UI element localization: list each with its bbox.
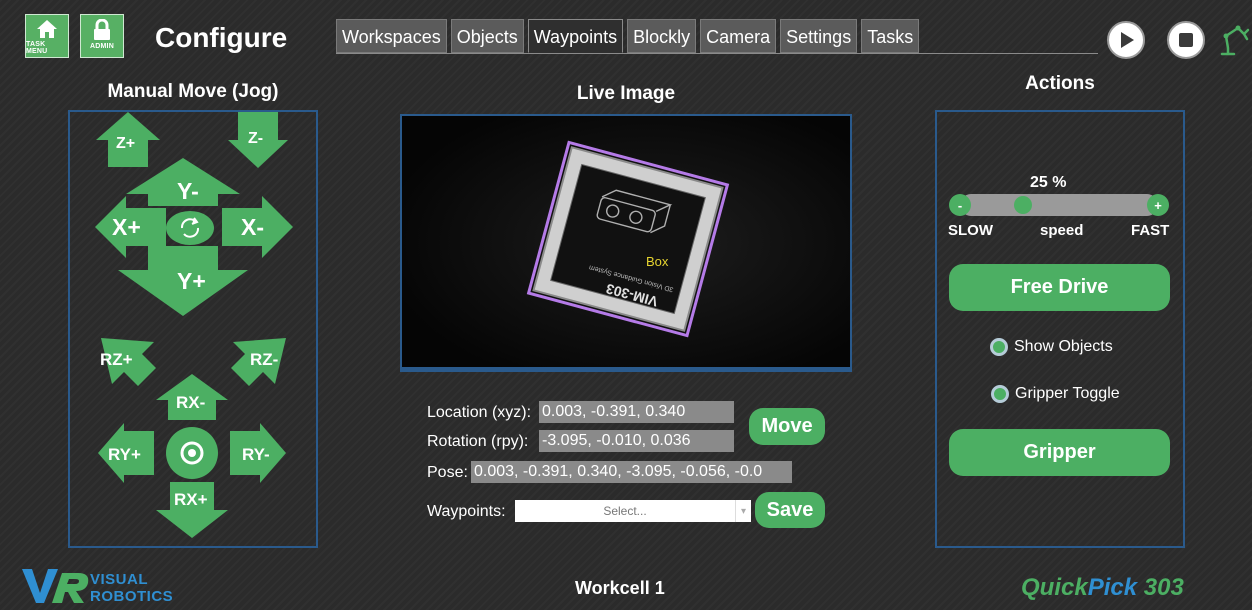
- tab-blockly[interactable]: Blockly: [627, 19, 697, 53]
- gripper-toggle-radio[interactable]: [991, 385, 1009, 403]
- show-objects-toggle[interactable]: Show Objects: [990, 338, 1113, 356]
- tab-workspaces[interactable]: Workspaces: [336, 19, 447, 53]
- tab-camera[interactable]: Camera: [700, 19, 777, 53]
- admin-button[interactable]: ADMIN: [80, 14, 124, 58]
- speed-decrease-button[interactable]: -: [949, 194, 971, 216]
- box-object-label: Box: [646, 254, 669, 269]
- speed-slider[interactable]: [960, 194, 1158, 216]
- gripper-toggle[interactable]: Gripper Toggle: [991, 385, 1120, 403]
- jog-rx-plus-arrow[interactable]: [156, 482, 228, 538]
- tab-bar: Workspaces Objects Waypoints Blockly Cam…: [336, 19, 920, 53]
- speed-percent: 25 %: [1030, 174, 1067, 191]
- pose-label: Pose:: [427, 464, 468, 481]
- jog-arrows: [95, 112, 293, 538]
- tab-waypoints[interactable]: Waypoints: [527, 19, 624, 53]
- jog-rz-minus-arrow[interactable]: [231, 338, 286, 386]
- play-icon: [1121, 32, 1134, 48]
- play-button[interactable]: [1107, 21, 1145, 59]
- live-image-view[interactable]: Box VIM-303 3D Vision Guidance System: [400, 114, 852, 372]
- rotation-label: Rotation (rpy):: [427, 433, 529, 450]
- tab-settings[interactable]: Settings: [780, 19, 858, 53]
- page-title: Configure: [155, 22, 288, 53]
- logo-text-visual: VISUAL: [90, 571, 149, 588]
- home-icon: [37, 20, 57, 38]
- logo-text-robotics: ROBOTICS: [90, 588, 174, 605]
- pose-field[interactable]: 0.003, -0.391, 0.340, -3.095, -0.056, -0…: [471, 461, 792, 483]
- camera-feed-image: Box VIM-303 3D Vision Guidance System: [402, 116, 850, 367]
- free-drive-button[interactable]: Free Drive: [949, 264, 1170, 311]
- save-button[interactable]: Save: [755, 492, 825, 528]
- jog-y-plus-arrow[interactable]: [118, 246, 248, 316]
- task-menu-button[interactable]: TASK MENU: [25, 14, 69, 58]
- brand-version: 303: [1137, 574, 1184, 601]
- lock-icon: [94, 19, 110, 40]
- waypoints-select[interactable]: Select... ▾: [515, 500, 751, 522]
- speed-slow-label: SLOW: [948, 222, 993, 239]
- show-objects-radio[interactable]: [990, 338, 1008, 356]
- jog-rz-plus-arrow[interactable]: [101, 338, 156, 386]
- workcell-label: Workcell 1: [575, 578, 665, 598]
- speed-fast-label: FAST: [1131, 222, 1170, 239]
- jog-z-plus-arrow[interactable]: [96, 112, 160, 167]
- move-button[interactable]: Move: [749, 408, 825, 445]
- visual-robotics-logo: VISUAL ROBOTICS: [22, 565, 174, 610]
- waypoints-label: Waypoints:: [427, 503, 506, 520]
- speed-label: speed: [1040, 222, 1084, 239]
- actions-title: Actions: [1025, 73, 1095, 94]
- rotation-field[interactable]: -3.095, -0.010, 0.036: [539, 430, 734, 452]
- stop-button[interactable]: [1167, 21, 1205, 59]
- tab-underline: [336, 53, 1098, 54]
- task-menu-label: TASK MENU: [26, 41, 48, 55]
- jog-rx-minus-arrow[interactable]: [156, 374, 228, 420]
- tab-tasks[interactable]: Tasks: [861, 19, 920, 53]
- chevron-down-icon: ▾: [735, 500, 751, 522]
- jog-center-reset[interactable]: [166, 211, 214, 245]
- product-brand: QuickPick 303: [1021, 574, 1184, 602]
- vr-logo-mark: [22, 569, 89, 603]
- jog-ry-minus-arrow[interactable]: [230, 423, 286, 483]
- brand-quick: Quick: [1021, 574, 1088, 601]
- jog-title: Manual Move (Jog): [107, 81, 279, 102]
- jog-x-minus-arrow[interactable]: [222, 196, 293, 258]
- location-field[interactable]: 0.003, -0.391, 0.340: [539, 401, 734, 423]
- jog-z-minus-arrow[interactable]: [228, 112, 288, 168]
- speed-increase-button[interactable]: +: [1147, 194, 1169, 216]
- location-label: Location (xyz):: [427, 404, 532, 421]
- gripper-button[interactable]: Gripper: [949, 429, 1170, 476]
- tab-objects[interactable]: Objects: [450, 19, 524, 53]
- gripper-toggle-label: Gripper Toggle: [1015, 385, 1120, 402]
- speed-slider-thumb[interactable]: [1014, 196, 1032, 214]
- show-objects-label: Show Objects: [1014, 338, 1113, 355]
- stop-icon: [1179, 33, 1193, 47]
- live-image-title: Live Image: [576, 83, 676, 104]
- jog-ry-plus-arrow[interactable]: [98, 423, 154, 483]
- robot-arm-icon[interactable]: [1218, 20, 1250, 56]
- waypoints-select-value: Select...: [603, 504, 647, 518]
- brand-pick: Pick: [1087, 574, 1138, 601]
- admin-label: ADMIN: [90, 43, 114, 50]
